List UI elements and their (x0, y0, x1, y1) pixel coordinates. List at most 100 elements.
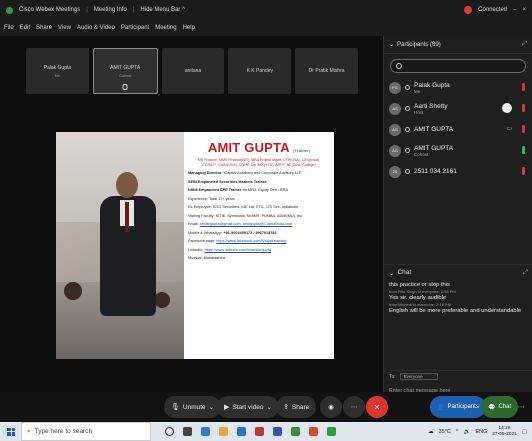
search-icon: ⌕ (27, 427, 31, 435)
thumbnail-name: K K Pandey (246, 68, 273, 74)
end-meeting-button[interactable]: ✕ (366, 396, 388, 418)
mail-icon[interactable] (237, 427, 246, 436)
thumbnail-name: AMIT GUPTA (110, 64, 141, 71)
shield-icon (6, 6, 13, 14)
app-icon[interactable] (255, 427, 264, 436)
taskbar-search-input[interactable]: ⌕ Type here to search (21, 422, 151, 441)
chevron-up-icon[interactable]: ^ (456, 429, 459, 435)
participants-title: Participants (89) (397, 41, 441, 48)
webex-icon[interactable] (327, 427, 336, 436)
participant-row[interactable]: PG Palak Gupta Me (384, 77, 532, 98)
participant-search-input[interactable] (390, 59, 526, 73)
window-controls: Connected – × (464, 6, 526, 14)
chat-title: Chat (397, 269, 412, 276)
taskbar-apps (165, 427, 336, 436)
thumbnail-sub: Cohost (118, 72, 132, 78)
clock[interactable]: 14:26 27-05-2021 (492, 426, 517, 437)
more-panels-button[interactable]: ⋯ (510, 396, 532, 418)
menu-participant[interactable]: Participant (121, 25, 149, 31)
meeting-info-link[interactable]: Meeting Info (94, 7, 127, 13)
edge-icon[interactable] (201, 427, 210, 436)
weather-text[interactable]: 35°C (439, 429, 451, 435)
participant-row[interactable]: AG AMIT GUPTA ▭ (384, 119, 532, 140)
hide-menu-bar-button[interactable]: Hide Menu Bar ^ (140, 7, 185, 13)
menu-meeting[interactable]: Meeting (155, 25, 176, 31)
more-options-button[interactable]: ⋯ (343, 396, 365, 418)
status-icon (405, 148, 410, 153)
volume-icon[interactable]: 🔈 (463, 429, 470, 435)
participant-row[interactable]: AS Aarti Shetty Host (384, 98, 532, 119)
recipient-select[interactable]: Everyone (399, 373, 438, 380)
menu-edit[interactable]: Edit (20, 25, 30, 31)
muted-microphone-icon[interactable] (522, 167, 525, 175)
unmute-button[interactable]: 🎙 Unmute ⌄ (164, 396, 222, 418)
bio-facebook: Facebook page: https://www.facebook.com/… (188, 239, 287, 243)
chat-messages: this practice or stop this from Ritu Sin… (384, 282, 532, 362)
status-icon (405, 85, 410, 90)
menu-help[interactable]: Help (183, 25, 195, 31)
close-button[interactable]: × (522, 7, 526, 13)
chevron-down-icon[interactable]: ⌄ (266, 403, 271, 411)
start-video-button[interactable]: ▶ Start video ⌄ (217, 396, 279, 418)
share-button[interactable]: ⇪ Share (276, 396, 317, 418)
active-microphone-icon[interactable] (522, 146, 525, 154)
screen-share-icon: ▭ (506, 126, 512, 132)
notifications-icon[interactable]: ▢ (522, 429, 527, 435)
cortana-icon[interactable] (165, 427, 174, 436)
thumbnail-kk-pandey[interactable]: K K Pandey (228, 48, 292, 94)
thumbnail-amit-gupta[interactable]: AMIT GUPTA Cohost (92, 48, 158, 94)
status-icon (405, 127, 410, 132)
chevron-down-icon[interactable]: ⌄ (389, 41, 394, 48)
avatar: AG (389, 144, 401, 157)
close-icon: ✕ (373, 402, 381, 412)
close-chat-icon[interactable]: ⤢ (523, 269, 528, 277)
participant-thumbnails: Palak Gupta Me AMIT GUPTA Cohost anitana… (26, 48, 358, 94)
bio-line: Managing Director: iCapital Academy and … (188, 171, 302, 175)
menu-share[interactable]: Share (36, 25, 52, 31)
chat-message: English will be more preferable and unde… (389, 308, 522, 314)
language-indicator[interactable]: ENG (475, 429, 487, 435)
microphone-muted-icon: 🎙 (171, 404, 180, 411)
muted-microphone-icon[interactable] (522, 125, 525, 133)
connection-status[interactable]: Connected (478, 7, 507, 13)
file-explorer-icon[interactable] (219, 427, 228, 436)
thumbnail-anitana[interactable]: anitana (161, 48, 225, 94)
participants-toggle-button[interactable]: 👤 Participants (430, 396, 486, 418)
more-icon: ⋯ (517, 404, 525, 411)
minimize-button[interactable]: – (513, 7, 516, 13)
connection-status-icon (464, 6, 473, 14)
participant-row[interactable]: AG AMIT GUPTA Cohost (384, 140, 532, 161)
menu-bar: File Edit Share View Audio & Video Parti… (0, 20, 532, 36)
record-button[interactable]: ◉ (320, 396, 342, 418)
word-icon[interactable] (273, 427, 282, 436)
title-bar: Cisco Webex Meetings | Meeting Info | Hi… (0, 0, 532, 20)
muted-microphone-icon[interactable] (522, 83, 525, 91)
thumbnail-palak-gupta[interactable]: Palak Gupta Me (26, 48, 89, 94)
menu-view[interactable]: View (58, 25, 71, 31)
chevron-down-icon[interactable]: ⌄ (389, 269, 394, 277)
menu-file[interactable]: File (4, 25, 14, 31)
chrome-icon[interactable] (309, 427, 318, 436)
record-icon: ◉ (328, 404, 334, 411)
camera-icon: ▶ (224, 404, 230, 411)
chat-message: this practice or stop this (389, 282, 450, 288)
close-panel-icon[interactable]: ⤢ (522, 41, 527, 48)
thumbnail-pratik-mishra[interactable]: Dr Pratik Mishra (295, 48, 358, 94)
bio-line: NISM Empaneled CPE Trainer for MFD, Equi… (188, 188, 289, 192)
avatar: AG (389, 123, 401, 136)
windows-start-icon[interactable] (7, 427, 15, 436)
email-link[interactable]: amitsrgupta@gmail.com, amitgupta@iCapita… (200, 222, 293, 226)
linkedin-link[interactable]: https://www.linkedin.com/in/amitsrgupta (204, 248, 270, 252)
muted-microphone-icon[interactable] (522, 104, 525, 112)
menu-audio-video[interactable]: Audio & Video (77, 25, 115, 31)
participant-row[interactable]: 25 2511 034 2161 (384, 161, 532, 182)
trainer-name: AMIT GUPTA (Trainer) (207, 140, 311, 155)
thumbnail-sub: Me (54, 72, 61, 78)
chevron-down-icon[interactable]: ⌄ (209, 403, 214, 411)
chat-message: Yes sir. clearly audible (389, 295, 447, 301)
presenter-icon (502, 103, 512, 113)
excel-icon[interactable] (291, 427, 300, 436)
facebook-link[interactable]: https://www.facebook.com/iVidyaLearning (216, 239, 286, 243)
bio-mobile: Mobile & WhatsApp: +91-9004459173 / 9967… (188, 230, 277, 235)
task-view-icon[interactable] (183, 427, 192, 436)
